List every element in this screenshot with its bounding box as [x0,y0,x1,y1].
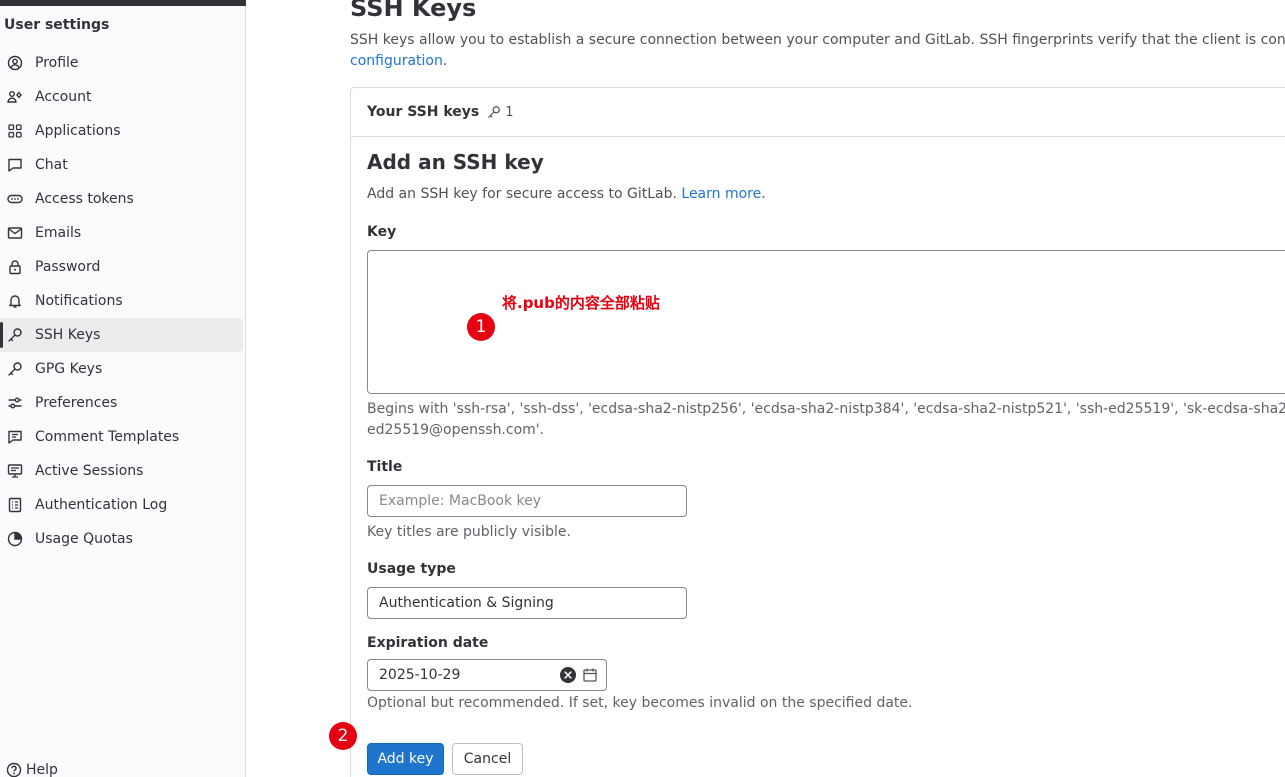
title-input[interactable]: Example: MacBook key [367,485,687,517]
expiration-date-label: Expiration date [367,635,489,651]
help-label: Help [26,762,58,777]
sidebar-item-emails[interactable]: Emails [0,216,243,250]
key-icon [7,327,23,343]
usage-type-select[interactable]: Authentication & Signing [367,587,687,619]
sidebar-item-ssh-keys[interactable]: SSH Keys [0,318,243,352]
sidebar-item-account[interactable]: Account [0,80,243,114]
sidebar-item-label: Comment Templates [35,429,180,445]
key-icon [488,106,501,118]
form-heading: Add an SSH key [367,150,544,174]
sidebar-item-applications[interactable]: Applications [0,114,243,148]
key-icon [7,361,23,377]
title-help-text: Key titles are publicly visible. [367,524,571,540]
expiration-date-input[interactable]: 2025-10-29 [367,659,607,691]
sidebar-item-gpg-keys[interactable]: GPG Keys [0,352,243,386]
configuration-link[interactable]: configuration [350,53,443,69]
key-label: Key [367,224,397,240]
expiration-help-text: Optional but recommended. If set, key be… [367,695,913,711]
page-intro: SSH keys allow you to establish a secure… [350,30,1285,72]
sidebar-title: User settings [4,17,110,33]
applications-icon [7,123,23,139]
clear-icon[interactable] [560,667,576,683]
sidebar-topbar [0,0,246,6]
sidebar-item-comment-templates[interactable]: Comment Templates [0,420,243,454]
annotation-text-1: 将.pub的内容全部粘贴 [502,294,660,312]
sidebar-item-label: Profile [35,55,79,71]
sidebar-item-label: Account [35,89,92,105]
sidebar-item-label: Access tokens [35,191,134,207]
form-desc-text: Add an SSH key for secure access to GitL… [367,186,682,202]
sidebar-item-label: Emails [35,225,82,241]
sidebar-nav: Profile Account Applications Chat Access… [0,46,246,556]
log-icon [7,497,23,513]
cancel-button[interactable]: Cancel [452,743,523,775]
card-header: Your SSH keys 1 [351,88,1285,137]
card-header-title: Your SSH keys [367,104,480,120]
annotation-marker-2: 2 [329,722,357,750]
sidebar-item-notifications[interactable]: Notifications [0,284,243,318]
sidebar-item-label: Chat [35,157,68,173]
form-description: Add an SSH key for secure access to GitL… [367,186,766,202]
profile-icon [7,55,23,71]
key-count: 1 [487,104,514,120]
usage-type-label: Usage type [367,561,456,577]
page-title: SSH Keys [350,0,477,22]
token-icon [7,191,23,207]
preferences-icon [7,395,23,411]
sidebar-item-label: Password [35,259,101,275]
sidebar: User settings Profile Account Applicatio… [0,0,246,777]
form-desc-end: . [761,186,766,202]
sidebar-item-profile[interactable]: Profile [0,46,243,80]
sidebar-item-preferences[interactable]: Preferences [0,386,243,420]
intro-text: SSH keys allow you to establish a secure… [350,32,1285,48]
help-icon [6,762,22,777]
quota-icon [7,531,23,547]
add-key-button[interactable]: Add key [367,743,444,775]
key-help-line-2: ed25519@openssh.com'. [367,422,545,438]
sidebar-item-label: Authentication Log [35,497,168,513]
sidebar-item-authentication-log[interactable]: Authentication Log [0,488,243,522]
intro-end: . [442,53,448,69]
chat-icon [7,157,23,173]
title-label: Title [367,459,403,475]
bell-icon [7,293,23,309]
help-link[interactable]: Help [6,762,58,777]
annotation-marker-1: 1 [467,313,495,341]
sidebar-item-usage-quotas[interactable]: Usage Quotas [0,522,243,556]
calendar-icon[interactable] [582,667,598,683]
learn-more-link[interactable]: Learn more [681,186,761,202]
lock-icon [7,259,23,275]
sidebar-item-label: Notifications [35,293,123,309]
key-help-text: Begins with 'ssh-rsa', 'ssh-dss', 'ecdsa… [367,399,1285,441]
sidebar-item-label: GPG Keys [35,361,103,377]
sidebar-item-active-sessions[interactable]: Active Sessions [0,454,243,488]
sidebar-item-label: Active Sessions [35,463,144,479]
sidebar-item-label: Preferences [35,395,118,411]
ssh-keys-card: Your SSH keys 1 Add an SSH key Add an SS… [350,87,1285,777]
comment-icon [7,429,23,445]
sidebar-item-password[interactable]: Password [0,250,243,284]
sidebar-item-label: Usage Quotas [35,531,133,547]
mail-icon [7,225,23,241]
sidebar-item-label: SSH Keys [35,327,101,343]
monitor-icon [7,463,23,479]
key-textarea[interactable] [367,250,1285,394]
main-content: SSH Keys SSH keys allow you to establish… [247,0,1285,777]
key-help-line-1: Begins with 'ssh-rsa', 'ssh-dss', 'ecdsa… [367,401,1285,417]
sidebar-item-access-tokens[interactable]: Access tokens [0,182,243,216]
key-count-value: 1 [505,104,514,120]
sidebar-item-chat[interactable]: Chat [0,148,243,182]
app: User settings Profile Account Applicatio… [0,0,1285,777]
account-icon [7,89,23,105]
sidebar-item-label: Applications [35,123,121,139]
expiration-date-value: 2025-10-29 [379,667,461,683]
